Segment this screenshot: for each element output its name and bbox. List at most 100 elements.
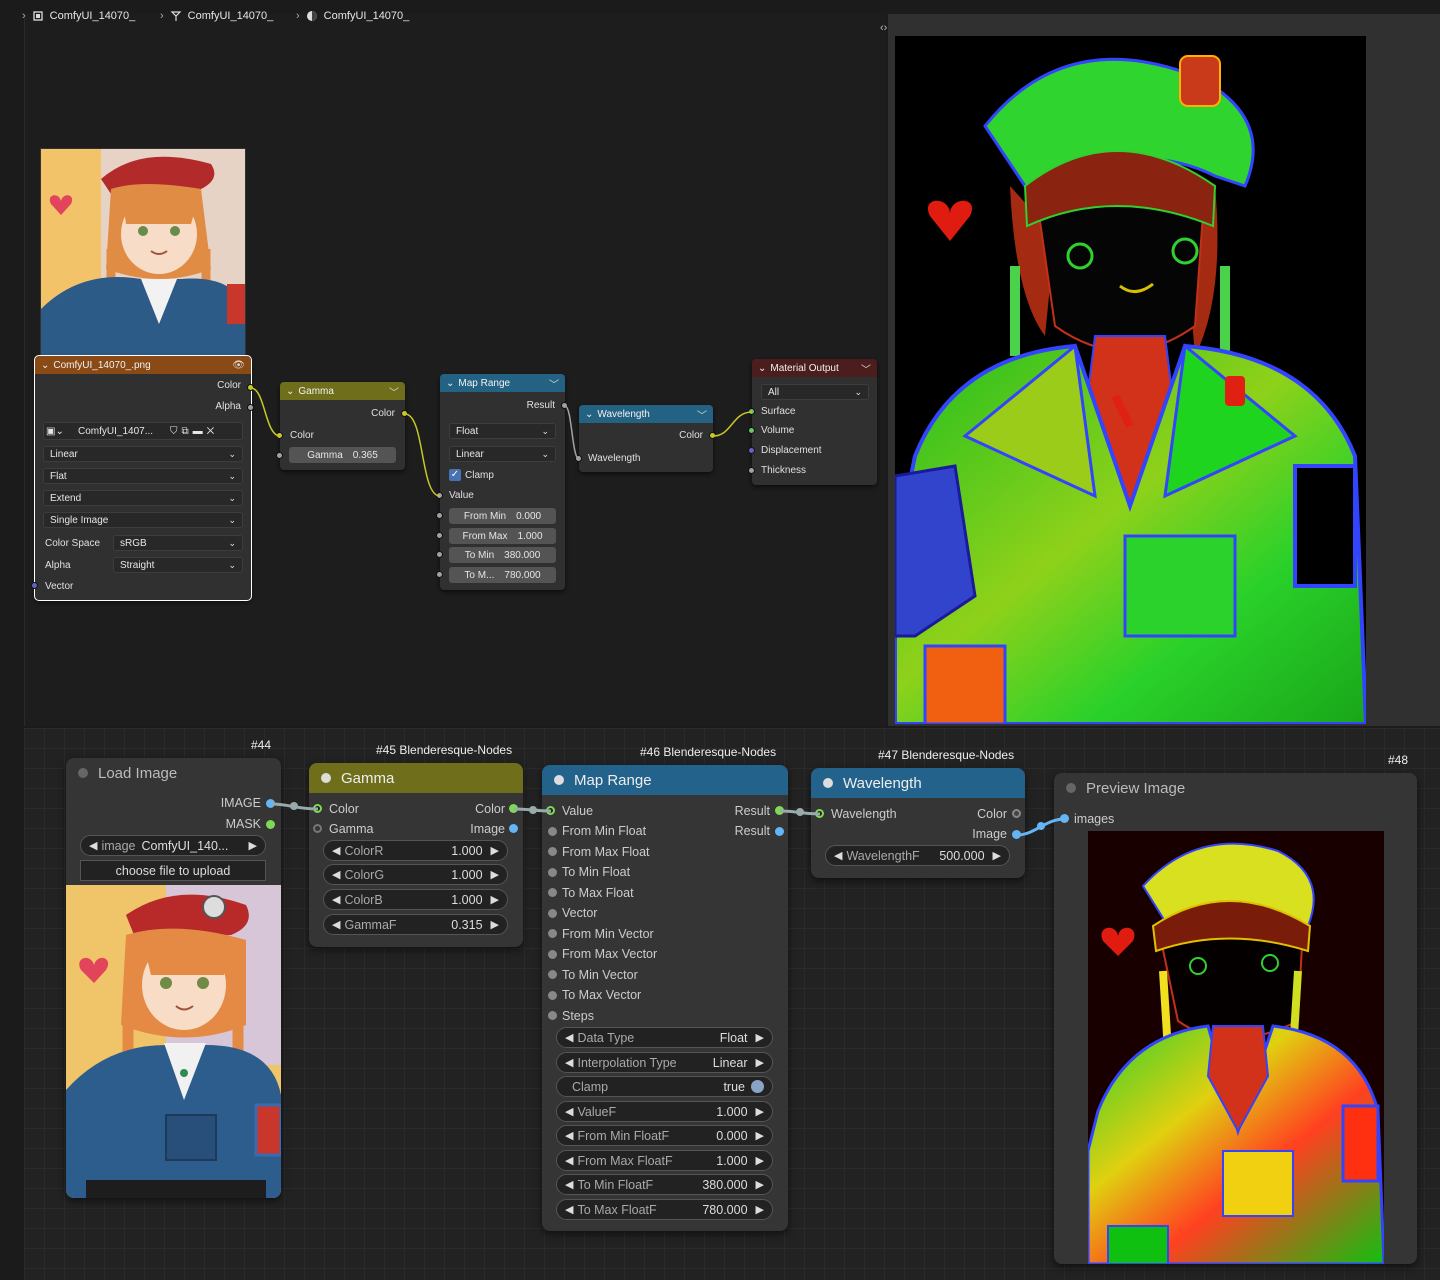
to-max-floatf-widget[interactable]: ◀ To Max FloatF 780.000 ▶	[556, 1199, 773, 1220]
data-type-select[interactable]: Float ⌄	[449, 423, 556, 439]
map-range-value-input-socket[interactable]	[546, 806, 555, 815]
collapse-icon[interactable]: ⌄	[758, 363, 766, 374]
gamma-image-output-socket[interactable]	[509, 824, 518, 833]
from-max-socket[interactable]	[436, 532, 443, 539]
image-alpha-output-socket[interactable]	[247, 404, 254, 411]
map-range-result-output-socket[interactable]	[775, 806, 784, 815]
map-range-result-socket[interactable]	[561, 402, 568, 409]
image-name[interactable]: ComfyUI_1407...	[78, 426, 166, 437]
arrow-left-icon[interactable]: ◀	[332, 918, 340, 931]
node-header[interactable]: ⌄ Wavelength ﹀	[579, 405, 713, 423]
thickness-socket[interactable]	[748, 467, 755, 474]
blender-material-output-node[interactable]: ⌄ Material Output ﹀ All ⌄ Surface Volume …	[752, 359, 877, 485]
arrow-right-icon[interactable]: ▶	[756, 1178, 764, 1191]
node-header[interactable]: ⌄ Map Range ﹀	[440, 374, 565, 392]
collapse-dot-icon[interactable]	[554, 775, 564, 785]
arrow-left-icon[interactable]: ◀	[89, 839, 97, 852]
arrow-left-icon[interactable]: ◀	[565, 1056, 573, 1069]
arrow-left-icon[interactable]: ◀	[565, 1203, 573, 1216]
arrow-left-icon[interactable]: ◀	[332, 868, 340, 881]
arrow-left-icon[interactable]: ◀	[565, 1129, 573, 1142]
node-header[interactable]: Load Image	[66, 758, 281, 788]
eye-icon[interactable]: 👁	[232, 360, 245, 371]
arrow-right-icon[interactable]: ▶	[491, 868, 499, 881]
node-header[interactable]: Map Range	[542, 765, 788, 795]
collapse-icon[interactable]: ⌄	[585, 409, 593, 420]
interpolation-type-select[interactable]: Linear ⌄	[449, 446, 556, 462]
comfy-preview-image-node[interactable]: Preview Image images	[1054, 773, 1417, 1264]
alpha-select[interactable]: Straight ⌄	[113, 557, 243, 573]
image-datablock-selector[interactable]: ▣⌄ ComfyUI_1407... ⛉⧉▬✕	[43, 422, 243, 440]
toggle-on-icon[interactable]	[751, 1080, 764, 1093]
colorb-widget[interactable]: ◀ ColorB 1.000 ▶	[323, 889, 508, 910]
to-min-field[interactable]: To Min 380.000	[449, 547, 556, 563]
from-max-float-socket[interactable]	[548, 847, 557, 856]
interpolation-type-widget[interactable]: ◀ Interpolation Type Linear ▶	[556, 1052, 773, 1073]
image-combo-widget[interactable]: ◀ image ComfyUI_140... ▶	[80, 835, 266, 856]
to-max-vector-socket[interactable]	[548, 991, 557, 1000]
chevron-down-icon[interactable]: ﹀	[549, 376, 559, 391]
image-vector-input-socket[interactable]	[31, 582, 38, 589]
breadcrumb-item-object[interactable]: › ComfyUI_14070_	[22, 10, 135, 22]
collapse-icon[interactable]: ⌄	[41, 360, 49, 371]
images-input-socket[interactable]	[1060, 814, 1069, 823]
gamma-color-input-socket[interactable]	[276, 432, 283, 439]
gamma-color-output-socket[interactable]	[509, 804, 518, 813]
projection-select[interactable]: Flat ⌄	[43, 468, 243, 484]
node-header[interactable]: Preview Image	[1054, 773, 1417, 803]
arrow-right-icon[interactable]: ▶	[249, 839, 257, 852]
chevron-down-icon[interactable]: ﹀	[389, 384, 399, 399]
to-max-field[interactable]: To M... 780.000	[449, 567, 556, 583]
arrow-right-icon[interactable]: ▶	[756, 1105, 764, 1118]
arrow-right-icon[interactable]: ▶	[491, 918, 499, 931]
arrow-right-icon[interactable]: ▶	[756, 1203, 764, 1216]
wavelength-image-output-socket[interactable]	[1012, 830, 1021, 839]
gamma-gamma-input-socket[interactable]	[313, 824, 322, 833]
breadcrumb-item-nodetree[interactable]: › ComfyUI_14070_	[160, 10, 273, 22]
from-max-vector-socket[interactable]	[548, 950, 557, 959]
gamma-color-output-socket[interactable]	[401, 410, 408, 417]
breadcrumb-item-material[interactable]: › ComfyUI_14070_	[296, 10, 409, 22]
surface-socket[interactable]	[748, 408, 755, 415]
valuef-widget[interactable]: ◀ ValueF 1.000 ▶	[556, 1101, 773, 1122]
arrow-left-icon[interactable]: ◀	[565, 1154, 573, 1167]
interpolation-select[interactable]: Linear ⌄	[43, 446, 243, 462]
colorg-widget[interactable]: ◀ ColorG 1.000 ▶	[323, 864, 508, 885]
from-min-float-socket[interactable]	[548, 827, 557, 836]
checkmark-icon[interactable]: ✓	[449, 469, 461, 481]
collapse-dot-icon[interactable]	[823, 778, 833, 788]
wavelength-color-output-socket[interactable]	[709, 432, 716, 439]
arrow-right-icon[interactable]: ▶	[756, 1129, 764, 1142]
clamp-checkbox[interactable]: ✓ Clamp	[449, 469, 494, 481]
data-type-widget[interactable]: ◀ Data Type Float ▶	[556, 1027, 773, 1048]
blender-image-texture-node[interactable]: ⌄ ComfyUI_14070_.png 👁 Color Alpha ▣⌄ Co…	[34, 355, 252, 601]
wavelength-color-output-socket[interactable]	[1012, 809, 1021, 818]
to-min-floatf-widget[interactable]: ◀ To Min FloatF 380.000 ▶	[556, 1174, 773, 1195]
from-min-socket[interactable]	[436, 512, 443, 519]
blender-map-range-node[interactable]: ⌄ Map Range ﹀ Result Float ⌄ Linear ⌄ ✓ Cl…	[440, 374, 565, 590]
node-header[interactable]: Wavelength	[811, 768, 1025, 798]
wavelength-input-socket[interactable]	[575, 455, 582, 462]
node-header[interactable]: ⌄ Material Output ﹀	[752, 359, 877, 377]
gamma-color-input-socket[interactable]	[313, 804, 322, 813]
mask-output-socket[interactable]	[266, 820, 275, 829]
wavelength-input-socket[interactable]	[815, 809, 824, 818]
arrow-left-icon[interactable]: ◀	[565, 1105, 573, 1118]
arrow-right-icon[interactable]: ▶	[491, 893, 499, 906]
to-min-socket[interactable]	[436, 551, 443, 558]
upload-button[interactable]: choose file to upload	[80, 860, 266, 881]
collapse-icon[interactable]: ⌄	[446, 378, 454, 389]
displacement-socket[interactable]	[748, 447, 755, 454]
colorr-widget[interactable]: ◀ ColorR 1.000 ▶	[323, 840, 508, 861]
chevron-down-icon[interactable]: ﹀	[697, 407, 707, 422]
source-select[interactable]: Single Image ⌄	[43, 512, 243, 528]
map-range-value-socket[interactable]	[436, 492, 443, 499]
gammaf-widget[interactable]: ◀ GammaF 0.315 ▶	[323, 914, 508, 935]
comfy-load-image-node[interactable]: Load Image IMAGE MASK ◀ image ComfyUI_14…	[66, 758, 281, 1198]
arrow-left-icon[interactable]: ◀	[565, 1031, 573, 1044]
arrow-right-icon[interactable]: ▶	[756, 1056, 764, 1069]
wavelengthf-widget[interactable]: ◀ WavelengthF 500.000 ▶	[825, 845, 1010, 866]
comfy-map-range-node[interactable]: Map Range Value From Min Float From Max …	[542, 765, 788, 1231]
target-select[interactable]: All ⌄	[761, 384, 869, 400]
comfy-wavelength-node[interactable]: Wavelength Wavelength Color Image ◀ Wavel…	[811, 768, 1025, 878]
